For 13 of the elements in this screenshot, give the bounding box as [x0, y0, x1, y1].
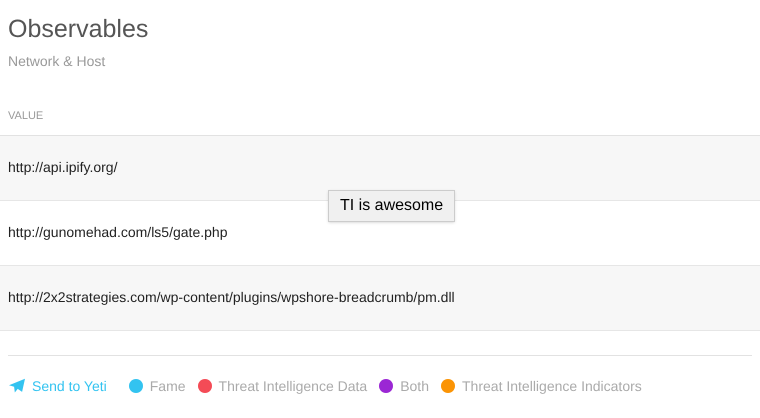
page-subtitle: Network & Host: [8, 52, 106, 71]
table-cell-text: http://gunomehad.com/ls5/gate.php: [8, 223, 228, 242]
legend-label: Threat Intelligence Indicators: [462, 376, 642, 396]
tooltip: TI is awesome: [328, 190, 456, 222]
paper-plane-icon: [8, 378, 26, 394]
page-title: Observables: [8, 14, 150, 44]
table-cell-text: http://api.ipify.org/: [8, 158, 118, 177]
table-cell-text: http://2x2strategies.com/wp-content/plugins/wpshore-breadcrumb/pm.dll: [8, 288, 455, 307]
legend-label: Fame: [150, 376, 186, 396]
legend-label: Threat Intelligence Data: [218, 376, 368, 396]
column-header: VALUE: [8, 109, 44, 124]
send-button[interactable]: Send to Yeti: [8, 376, 107, 396]
legend-label: Both: [400, 376, 429, 396]
